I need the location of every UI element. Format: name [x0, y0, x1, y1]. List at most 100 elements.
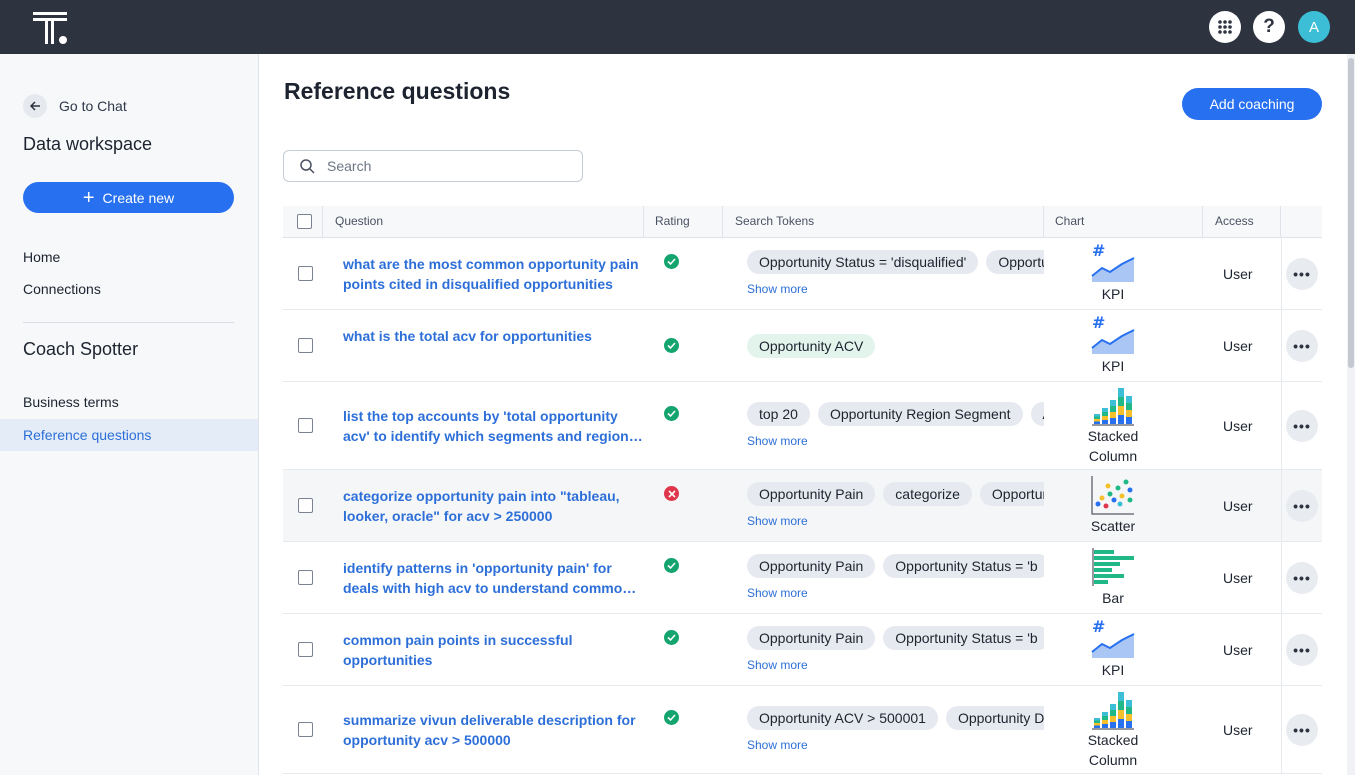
more-options-icon[interactable]: •••	[1286, 562, 1318, 594]
access-level: User	[1223, 418, 1253, 434]
table-row[interactable]: what is the total acv for opportunities O…	[283, 310, 1322, 382]
arrow-left-icon[interactable]	[23, 94, 47, 118]
svg-text:#: #	[1092, 242, 1105, 260]
table-row[interactable]: list the top accounts by 'total opportun…	[283, 382, 1322, 470]
more-options-icon[interactable]: •••	[1286, 410, 1318, 442]
bar-chart-icon	[1092, 548, 1134, 586]
question-link[interactable]: categorize opportunity pain into "tablea…	[343, 486, 643, 526]
sidebar-divider	[23, 322, 234, 323]
chart-type-label: Stacked Column	[1087, 732, 1139, 768]
column-separator	[1281, 686, 1282, 773]
chart-type: # KPI	[1073, 618, 1153, 680]
show-more-link[interactable]: Show more	[747, 586, 808, 600]
chart-type-label: KPI	[1101, 358, 1125, 374]
search-icon	[300, 158, 315, 174]
check-circle-icon	[664, 254, 679, 269]
access-level: User	[1223, 266, 1253, 282]
question-link[interactable]: common pain points in successful opportu…	[343, 630, 643, 670]
x-circle-icon	[664, 486, 679, 501]
column-header-access[interactable]: Access	[1215, 206, 1254, 238]
search-token: Opportunity Pain	[747, 626, 876, 650]
column-separator	[722, 206, 723, 238]
sidebar-item-label: Reference questions	[23, 427, 152, 443]
chart-type-label: Scatter	[1090, 518, 1136, 534]
column-separator	[322, 206, 323, 238]
show-more-link[interactable]: Show more	[747, 658, 808, 672]
question-link[interactable]: identify patterns in 'opportunity pain' …	[343, 558, 643, 598]
sidebar-item-reference-questions[interactable]: Reference questions	[0, 419, 258, 451]
avatar[interactable]: A	[1298, 11, 1330, 43]
search-token: Opportunity ACV > 500001	[747, 706, 938, 730]
select-all-checkbox[interactable]	[297, 214, 312, 229]
question-text: list the top accounts by 'total opportun…	[343, 408, 637, 444]
table-row[interactable]: categorize opportunity pain into "tablea…	[283, 470, 1322, 542]
row-checkbox[interactable]	[298, 266, 313, 281]
scrollbar[interactable]	[1347, 54, 1355, 775]
help-icon[interactable]: ?	[1253, 11, 1285, 43]
search-token: Opportunity Deliverable	[945, 706, 1044, 730]
go-to-chat-link[interactable]: Go to Chat	[23, 94, 127, 118]
row-checkbox[interactable]	[298, 418, 313, 433]
question-link[interactable]: what are the most common opportunity pai…	[343, 254, 643, 294]
more-options-icon[interactable]: •••	[1286, 258, 1318, 290]
scatter-chart-icon	[1091, 476, 1134, 515]
chart-type-label: Stacked Column	[1087, 428, 1139, 464]
show-more-link[interactable]: Show more	[747, 282, 808, 296]
check-circle-icon	[664, 406, 679, 421]
table-row[interactable]: common pain points in successful opportu…	[283, 614, 1322, 686]
row-checkbox[interactable]	[298, 722, 313, 737]
more-options-icon[interactable]: •••	[1286, 634, 1318, 666]
search-box[interactable]	[283, 150, 583, 182]
column-header-question[interactable]: Question	[335, 206, 383, 238]
question-text: categorize opportunity pain into "tablea…	[343, 488, 620, 524]
add-coaching-button[interactable]: Add coaching	[1182, 88, 1322, 120]
show-more-link[interactable]: Show more	[747, 514, 808, 528]
column-separator	[1281, 310, 1282, 381]
more-options-icon[interactable]: •••	[1286, 330, 1318, 362]
column-header-chart[interactable]: Chart	[1055, 206, 1084, 238]
table-row[interactable]: summarize vivun deliverable description …	[283, 686, 1322, 774]
thoughtspot-logo[interactable]	[30, 10, 70, 46]
search-tokens: Opportunity Pain Opportunity Status = 'b	[747, 554, 1044, 578]
question-link[interactable]: what is the total acv for opportunities	[343, 326, 643, 346]
question-text: identify patterns in 'opportunity pain' …	[343, 560, 631, 596]
workspace-title: Data workspace	[23, 134, 153, 154]
scrollbar-thumb[interactable]	[1348, 58, 1354, 368]
stacked-column-chart-icon	[1092, 388, 1134, 426]
column-header-rating[interactable]: Rating	[655, 206, 690, 238]
question-text: common pain points in successful opportu…	[343, 632, 573, 668]
search-tokens: Opportunity Pain Opportunity Status = 'b	[747, 626, 1044, 650]
column-header-search-tokens[interactable]: Search Tokens	[735, 206, 814, 238]
apps-grid-icon[interactable]	[1209, 11, 1241, 43]
page-title: Reference questions	[284, 78, 511, 104]
search-tokens: top 20 Opportunity Region Segment Account	[747, 402, 1044, 426]
question-text: what are the most common opportunity pai…	[343, 256, 639, 292]
question-link[interactable]: list the top accounts by 'total opportun…	[343, 406, 643, 446]
table-row[interactable]: identify patterns in 'opportunity pain' …	[283, 542, 1322, 614]
search-tokens: Opportunity ACV > 500001 Opportunity Deli…	[747, 706, 1044, 730]
table-row[interactable]: what are the most common opportunity pai…	[283, 238, 1322, 310]
sidebar-item-business-terms[interactable]: Business terms	[23, 394, 119, 410]
row-checkbox[interactable]	[298, 642, 313, 657]
question-link[interactable]: summarize vivun deliverable description …	[343, 710, 643, 750]
search-input[interactable]	[327, 158, 567, 174]
show-more-link[interactable]: Show more	[747, 434, 808, 448]
show-more-link[interactable]: Show more	[747, 738, 808, 752]
more-options-icon[interactable]: •••	[1286, 714, 1318, 746]
sidebar-item-connections[interactable]: Connections	[23, 281, 101, 297]
table-header: Question Rating Search Tokens Chart Acce…	[283, 206, 1322, 238]
row-checkbox[interactable]	[298, 498, 313, 513]
check-circle-icon	[664, 558, 679, 573]
chart-type: Stacked Column	[1073, 688, 1153, 770]
kpi-chart-icon: #	[1091, 618, 1135, 658]
search-token: Opportunity ACV	[747, 334, 876, 358]
more-options-icon[interactable]: •••	[1286, 490, 1318, 522]
sidebar-item-home[interactable]: Home	[23, 249, 60, 265]
create-new-button[interactable]: + Create new	[23, 182, 234, 213]
go-to-chat-label[interactable]: Go to Chat	[59, 98, 127, 114]
row-checkbox[interactable]	[298, 570, 313, 585]
row-checkbox[interactable]	[298, 338, 313, 353]
check-circle-icon	[664, 630, 679, 645]
sidebar: Go to Chat Data workspace + Create new H…	[0, 54, 259, 775]
search-token: Opportunity Status = 'b	[883, 626, 1044, 650]
